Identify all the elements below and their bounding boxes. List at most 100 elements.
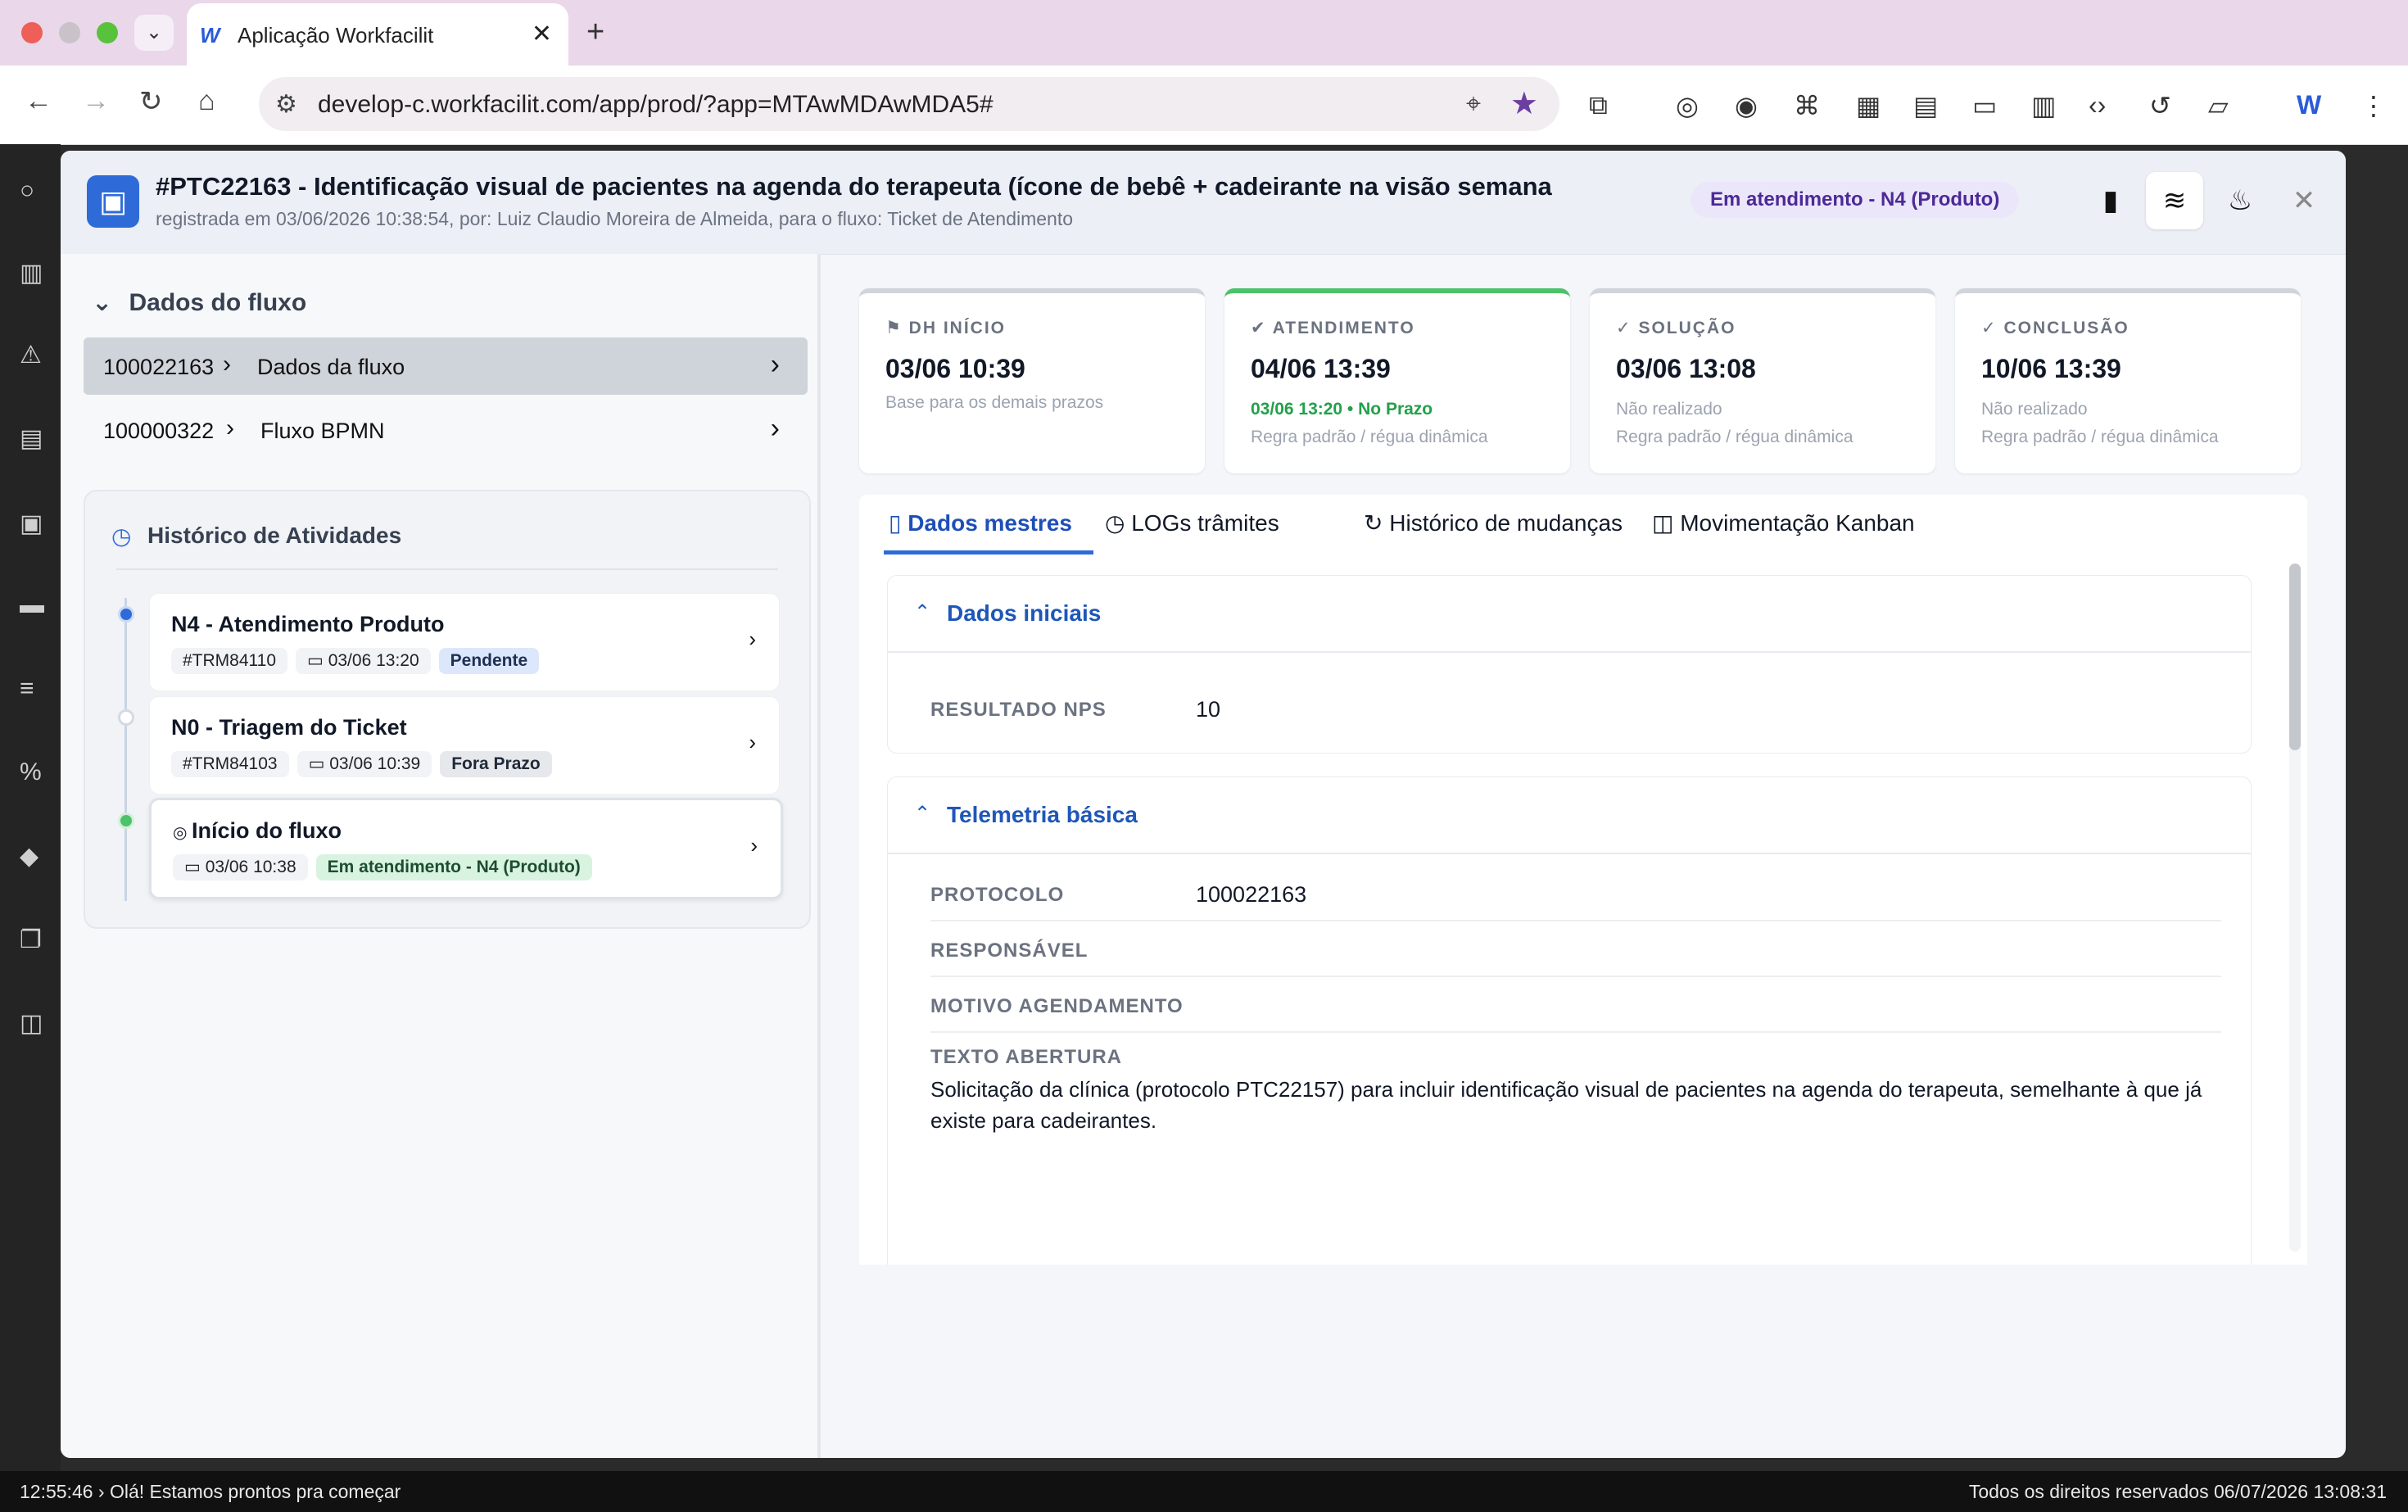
flow-section-header[interactable]: ⌄ Dados do fluxo xyxy=(92,288,306,317)
location-pin-icon[interactable]: ⌖ xyxy=(1466,88,1481,120)
activity-title: N4 - Atendimento Produto xyxy=(171,612,445,636)
activity-card-start[interactable]: ◎ Início do fluxo ▭ 03/06 10:38 Em atend… xyxy=(149,798,783,899)
code-icon[interactable]: ‹› xyxy=(2089,90,2106,120)
home-icon[interactable]: ⌂ xyxy=(198,85,215,117)
tab-close-icon[interactable]: ✕ xyxy=(532,20,552,48)
refresh-icon: ↻ xyxy=(1364,510,1390,536)
sidebar-folder-icon[interactable]: ▬ xyxy=(20,591,44,619)
calendar-icon: ▭ xyxy=(184,858,206,876)
new-tab-button[interactable]: + xyxy=(586,15,604,50)
browser-tab[interactable]: W Aplicação Workfacilit ✕ xyxy=(187,3,568,66)
kpi-value: 03/06 10:39 xyxy=(885,354,1025,383)
sidebar-book-icon[interactable]: ▤ xyxy=(20,424,43,453)
sidebar-alert-icon[interactable]: ⚠ xyxy=(20,341,42,369)
kpi-value: 03/06 13:08 xyxy=(1616,354,1756,383)
kpi-rule: Regra padrão / régua dinâmica xyxy=(1616,428,1854,446)
activity-card[interactable]: N0 - Triagem do Ticket #TRM84103 ▭ 03/06… xyxy=(149,696,780,794)
screenshot-icon[interactable]: ◉ xyxy=(1735,90,1758,121)
detail-tabs: ▯ Dados mestres ◷ LOGs trâmites ↻ Histór… xyxy=(859,495,2307,557)
kpi-note: Base para os demais prazos xyxy=(885,393,1104,412)
ticket-icon-button[interactable]: ▮ xyxy=(2082,172,2139,229)
minimize-window-button[interactable] xyxy=(59,22,80,43)
left-panel: ⌄ Dados do fluxo 100022163 › Dados da fl… xyxy=(61,254,817,1458)
history-icon[interactable]: ↺ xyxy=(2149,90,2171,121)
document-icon: ▯ xyxy=(889,510,908,536)
activity-date: ▭ 03/06 10:38 xyxy=(173,854,308,880)
sidebar-list-icon[interactable]: ≡ xyxy=(20,675,34,703)
sidebar-percent-icon[interactable]: % xyxy=(20,758,42,786)
chevron-up-icon: ⌃ xyxy=(914,601,931,623)
maximize-window-button[interactable] xyxy=(97,22,118,43)
chevron-right-icon: › xyxy=(749,627,756,651)
chevron-right-icon: › xyxy=(770,413,780,444)
stack-icon-button[interactable]: ≋ xyxy=(2146,172,2203,229)
cast-icon[interactable]: ▱ xyxy=(2208,90,2229,121)
sidebar-columns-icon[interactable]: ◫ xyxy=(20,1009,43,1038)
kpi-value: 10/06 13:39 xyxy=(1981,354,2121,383)
menu-kebab-icon[interactable]: ⋮ xyxy=(2360,90,2387,121)
tab-logs[interactable]: ◷ LOGs trâmites xyxy=(1105,509,1279,536)
check-circle-icon: ✓ xyxy=(1981,319,2004,337)
check-circle-icon: ✓ xyxy=(1616,319,1639,337)
sidebar-presentation-icon[interactable]: ▣ xyxy=(20,509,43,538)
close-window-button[interactable] xyxy=(21,22,43,43)
extensions-icon[interactable]: ⧉ xyxy=(1589,90,1608,121)
activity-date: ▭ 03/06 13:20 xyxy=(296,648,431,674)
tab-historico[interactable]: ↻ Histórico de mudanças xyxy=(1364,509,1623,536)
reload-icon[interactable]: ↻ xyxy=(139,85,163,118)
timeline-line xyxy=(124,598,127,901)
lightbulb-icon-button[interactable]: ♨ xyxy=(2211,172,2269,229)
activity-date: ▭ 03/06 10:39 xyxy=(296,751,432,777)
section-dados-iniciais: ⌃ Dados iniciais RESULTADO NPS 10 xyxy=(887,575,2252,754)
kpi-rule: Regra padrão / régua dinâmica xyxy=(1251,428,1488,446)
reader-mode-icon[interactable]: ▤ xyxy=(1913,90,1938,121)
site-settings-icon[interactable]: ⚙ xyxy=(275,90,297,119)
section-header[interactable]: ⌃ Telemetria básica xyxy=(888,777,2251,854)
flow-code: 100022163 xyxy=(103,355,215,379)
section-header[interactable]: ⌃ Dados iniciais xyxy=(888,576,2251,653)
timeline-dot xyxy=(118,709,134,726)
modal-title: #PTC22163 - Identificação visual de paci… xyxy=(156,172,1552,201)
sidebar-kanban-icon[interactable]: ▥ xyxy=(20,259,43,287)
flow-row-dados[interactable]: 100022163 › Dados da fluxo › xyxy=(84,337,808,395)
tab-dados-mestres[interactable]: ▯ Dados mestres xyxy=(889,509,1072,536)
activity-card[interactable]: N4 - Atendimento Produto #TRM84110 ▭ 03/… xyxy=(149,593,780,691)
chevron-down-icon: ⌄ xyxy=(92,289,113,316)
kpi-status: 03/06 13:20 • No Prazo xyxy=(1251,400,1433,419)
scrollbar[interactable] xyxy=(2289,564,2301,1252)
activity-status: Em atendimento - N4 (Produto) xyxy=(315,854,592,880)
incognito-icon[interactable]: ◎ xyxy=(1676,90,1699,121)
flow-name: Dados da fluxo xyxy=(257,355,405,379)
kpi-label: ✓ CONCLUSÃO xyxy=(1981,319,2130,337)
sidebar-circle-icon[interactable]: ○ xyxy=(20,177,34,205)
modal-header: ▣ #PTC22163 - Identificação visual de pa… xyxy=(61,151,2346,255)
browser-tab-bar: ⌄ W Aplicação Workfacilit ✕ + xyxy=(0,0,2408,66)
status-bar: 12:55:46 › Olá! Estamos prontos pra come… xyxy=(0,1471,2408,1512)
activity-status: Pendente xyxy=(438,648,540,674)
protocolo-value: 100022163 xyxy=(1196,882,1307,907)
translate-icon[interactable]: ⌘ xyxy=(1794,90,1820,121)
panel-divider[interactable] xyxy=(817,254,821,1458)
sidebar-copy-icon[interactable]: ❐ xyxy=(20,926,42,954)
qr-code-icon[interactable]: ▦ xyxy=(1856,90,1881,121)
device-icon[interactable]: ▭ xyxy=(1972,90,1997,121)
scrollbar-thumb[interactable] xyxy=(2289,564,2301,750)
back-icon[interactable]: ← xyxy=(25,85,52,117)
bookmark-star-icon[interactable]: ★ xyxy=(1510,85,1538,122)
history-title: Histórico de Atividades xyxy=(147,523,402,548)
layout-icon[interactable]: ▥ xyxy=(2031,90,2056,121)
tab-kanban[interactable]: ◫ Movimentação Kanban xyxy=(1652,509,1915,536)
timeline-dot-start xyxy=(118,813,134,829)
address-bar[interactable]: ⚙ develop-c.workfacilit.com/app/prod/?ap… xyxy=(259,77,1559,131)
profile-icon[interactable]: W xyxy=(2297,90,2321,120)
sidebar-diamond-icon[interactable]: ◆ xyxy=(20,842,38,871)
tab-search-button[interactable]: ⌄ xyxy=(134,15,174,51)
section-telemetria: ⌃ Telemetria básica PROTOCOLO 100022163 … xyxy=(887,776,2252,1265)
breadcrumb-chevron-icon: › xyxy=(226,414,234,441)
activity-code: #TRM84103 xyxy=(171,751,289,777)
nps-label: RESULTADO NPS xyxy=(930,699,1107,721)
close-modal-icon[interactable]: ✕ xyxy=(2275,172,2333,229)
forward-icon[interactable]: → xyxy=(82,85,110,117)
url-text[interactable]: develop-c.workfacilit.com/app/prod/?app=… xyxy=(318,91,994,119)
flow-row-bpmn[interactable]: 100000322 › Fluxo BPMN › xyxy=(84,401,808,459)
